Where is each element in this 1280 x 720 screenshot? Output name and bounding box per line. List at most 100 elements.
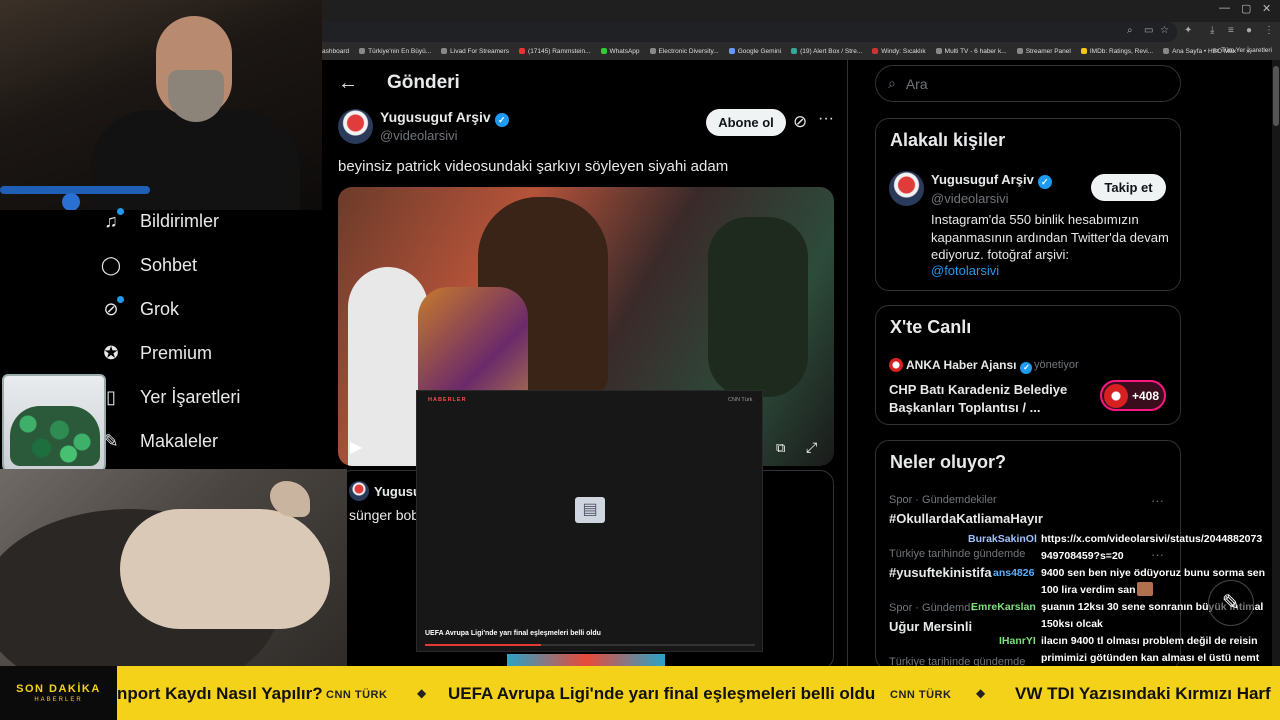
related-people-card: Alakalı kişiler — [875, 118, 1181, 291]
search-box[interactable]: ⌕ — [875, 65, 1181, 102]
page-scrollbar[interactable] — [1272, 60, 1280, 666]
cast-icon[interactable]: ▭ — [1144, 25, 1153, 36]
card-title: Neler oluyor? — [890, 452, 1007, 472]
bookmark-item[interactable]: IMDb: Ratings, Revi... — [1080, 48, 1153, 55]
address-bar[interactable]: ⌕ ▭ ☆ ✦ ⤓ ≡ ● ⋮ — [322, 22, 1280, 42]
video-frame-figure — [708, 217, 808, 397]
people-avatar[interactable] — [889, 171, 924, 206]
bookmark-item[interactable]: Windy: Sıcaklık — [872, 48, 926, 55]
browser-title-bar — [322, 0, 1280, 22]
notification-dot — [117, 296, 124, 303]
pet-camera — [0, 469, 347, 666]
search-icon[interactable]: ⌕ — [1127, 25, 1133, 36]
streamer-webcam — [0, 0, 322, 210]
nav-label: Bildirimler — [140, 210, 220, 231]
people-handle[interactable]: @videolarsivi — [931, 191, 1009, 206]
bookmark-item[interactable]: Google Gemini — [728, 48, 781, 55]
grok-icon[interactable]: ⊘ — [793, 112, 807, 132]
nav-label: Premium — [140, 342, 213, 363]
bookmark-item[interactable]: Türkiye'nin En Büyü... — [359, 48, 431, 55]
chat-message: primimizi götünden kan alması el üstü ne… — [1041, 652, 1260, 664]
trend-name[interactable]: #yusuftekinistifa — [889, 565, 992, 580]
menu-icon[interactable]: ⋮ — [1264, 25, 1274, 36]
grok-icon: ⊘ — [100, 296, 124, 320]
extensions-icon[interactable]: ✦ — [1184, 25, 1192, 36]
reply-text: sünger bob — [349, 507, 420, 523]
author-avatar[interactable] — [338, 109, 373, 144]
chat-message: ilacın 9400 tl olması problem değil de r… — [1041, 635, 1258, 647]
trend-more-icon[interactable]: ··· — [1151, 547, 1164, 562]
maximize-icon[interactable]: ▢ — [1241, 2, 1251, 15]
author-name[interactable]: Yugusuguf Arşiv ✓ — [380, 109, 509, 127]
ticker-headline: VW TDI Yazısındaki Kırmızı Harf — [1015, 684, 1271, 703]
profile-icon[interactable]: ● — [1246, 25, 1252, 36]
nav-label: Sohbet — [140, 254, 198, 275]
folder-icon: ▭ — [1213, 47, 1222, 54]
nav-chat[interactable]: ◯ Sohbet — [100, 250, 197, 280]
bookmark-item[interactable]: WhatsApp — [600, 48, 640, 55]
reply-avatar[interactable] — [349, 481, 369, 501]
trend-name[interactable]: #OkullardaKatliamaHayır — [889, 511, 1043, 526]
bookmark-item[interactable]: (17145) Rammstein... — [519, 48, 591, 55]
nav-premium[interactable]: ✪ Premium — [100, 338, 212, 368]
bell-icon: ♫ — [100, 208, 124, 232]
trend-name[interactable]: Uğur Mersinli — [889, 619, 972, 634]
fullscreen-icon[interactable]: ⤢ — [806, 439, 817, 456]
live-space-title[interactable]: CHP Batı Karadeniz Belediye Başkanları T… — [889, 381, 1089, 416]
bookmark-item[interactable]: ashboard — [322, 48, 349, 55]
bookmark-item[interactable]: Streamer Panel — [1016, 48, 1071, 55]
reply-author-name[interactable]: Yugusu — [374, 484, 421, 499]
bookmark-favicon-icon — [1016, 48, 1023, 54]
people-bio-link[interactable]: @fotolarsivi — [931, 263, 999, 278]
url-field[interactable] — [322, 22, 1177, 42]
nav-bookmarks[interactable]: ▯ Yer İşaretleri — [100, 382, 240, 412]
trend-category: Spor · Gündemde — [889, 602, 977, 614]
page-title: Gönderi — [387, 72, 460, 93]
card-title: Alakalı kişiler — [890, 130, 1006, 150]
chat-message: 9400 sen ben niye ödüyoruz bunu sorma se… — [1041, 567, 1266, 579]
more-options-icon[interactable]: ··· — [818, 110, 834, 128]
people-name[interactable]: Yugusuguf Arşiv ✓ — [931, 172, 1052, 189]
newspaper-icon: ▤ — [575, 497, 605, 523]
ticker-source: CNN TÜRK — [890, 689, 952, 701]
bookmark-favicon-icon — [1163, 48, 1170, 54]
listener-avatar — [1104, 383, 1128, 408]
minimize-icon[interactable]: — — [1219, 2, 1230, 14]
chat-emote — [1137, 582, 1153, 596]
glass-jar-overlay — [2, 374, 106, 476]
bookmark-item[interactable]: Electronic Diversity... — [649, 48, 719, 55]
live-listeners-badge[interactable]: +408 — [1100, 380, 1166, 411]
picture-in-picture-icon[interactable]: ⧉ — [776, 440, 785, 456]
premium-badge-icon: ✪ — [103, 342, 119, 363]
nav-notifications[interactable]: ♫ Bildirimler — [100, 206, 219, 236]
author-handle[interactable]: @videolarsivi — [380, 128, 458, 143]
post-text: beyinsiz patrick videosundaki şarkıyı sö… — [338, 158, 729, 175]
nav-grok[interactable]: ⊘ Grok — [100, 294, 179, 324]
subscribe-button[interactable]: Abone ol — [706, 109, 786, 136]
back-arrow-icon[interactable]: ← — [338, 72, 358, 95]
trend-more-icon[interactable]: ··· — [1151, 493, 1164, 508]
all-bookmarks-folder[interactable]: ▭ Tüm Yer İşaretleri — [1213, 46, 1272, 54]
bookmark-favicon-icon — [359, 48, 366, 54]
star-icon[interactable]: ☆ — [1160, 25, 1169, 36]
download-icon[interactable]: ⤓ — [1210, 25, 1214, 36]
reading-list-icon[interactable]: ≡ — [1228, 25, 1234, 36]
bookmark-item[interactable]: Livad For Streamers — [441, 48, 509, 55]
search-input[interactable] — [905, 75, 1146, 92]
windy-icon — [872, 48, 879, 54]
chat-message: https://x.com/videolarsivi/status/204488… — [1041, 533, 1263, 545]
nav-articles[interactable]: ✎ Makaleler — [100, 426, 218, 456]
dog-figure — [120, 509, 330, 629]
close-icon[interactable]: ✕ — [1262, 2, 1271, 15]
compose-post-icon[interactable]: ✎ — [1208, 580, 1254, 626]
scrollbar-thumb[interactable] — [1273, 66, 1279, 126]
chat-icon: ◯ — [100, 254, 122, 275]
ticker-separator: ◆ — [976, 686, 986, 700]
bookmark-item[interactable]: (19) Alert Box / Stre... — [791, 48, 862, 55]
follow-button[interactable]: Takip et — [1091, 174, 1166, 201]
bookmark-item[interactable]: Multi TV - 6 haber k... — [935, 48, 1007, 55]
live-host-name: ANKA Haber Ajansı ✓ — [906, 358, 1033, 374]
play-icon[interactable]: ▶ — [350, 437, 362, 457]
popup-thumbnail — [507, 654, 665, 666]
popup-progress-bar — [425, 644, 755, 646]
